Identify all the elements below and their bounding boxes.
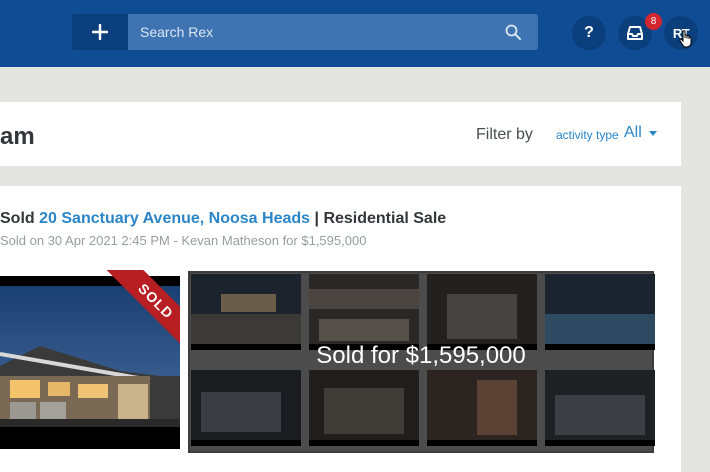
page-header-panel: am Filter by activity type All	[0, 102, 681, 166]
activity-details: Sold on 30 Apr 2021 2:45 PM - Kevan Math…	[0, 233, 367, 248]
search-input[interactable]: Search Rex	[140, 24, 505, 40]
headline-separator: |	[314, 210, 319, 227]
page-title: am	[0, 123, 35, 150]
gallery-image	[427, 370, 537, 446]
filter-activity-type-label[interactable]: activity type	[556, 128, 619, 142]
filter-activity-type-value[interactable]: All	[624, 124, 642, 142]
plus-icon	[92, 24, 108, 40]
gallery-image	[427, 274, 537, 350]
search-bar[interactable]: Search Rex	[128, 14, 538, 50]
activity-verb: Sold	[0, 210, 35, 227]
filter-label: Filter by	[476, 126, 533, 143]
gallery-image	[545, 274, 655, 350]
sold-ribbon: SOLD	[100, 270, 180, 350]
gallery-image	[545, 370, 655, 446]
notification-badge: 8	[645, 13, 662, 30]
gallery-thumbnail[interactable]	[191, 274, 301, 350]
hand-cursor-icon	[679, 30, 692, 48]
property-address-link[interactable]: 20 Sanctuary Avenue, Noosa Heads	[39, 210, 310, 227]
gallery-image	[309, 274, 419, 350]
caret-down-icon[interactable]	[649, 131, 657, 136]
gallery-thumbnail[interactable]	[427, 274, 537, 350]
sold-ribbon-label: SOLD	[104, 270, 180, 350]
gallery-image	[309, 370, 419, 446]
gallery-thumbnail[interactable]	[427, 370, 537, 446]
gallery-thumbnail[interactable]	[545, 274, 655, 350]
activity-headline: Sold 20 Sanctuary Avenue, Noosa Heads | …	[0, 210, 446, 228]
gallery-thumbnail[interactable]	[545, 370, 655, 446]
gallery-thumbnail[interactable]	[191, 370, 301, 446]
gallery-thumbnail[interactable]	[309, 370, 419, 446]
search-icon[interactable]	[505, 24, 521, 40]
gallery-image	[191, 370, 301, 446]
listing-type: Residential Sale	[323, 210, 447, 227]
help-button[interactable]: ?	[572, 16, 606, 50]
gallery-thumbnail[interactable]	[309, 274, 419, 350]
add-button[interactable]	[72, 14, 128, 50]
top-navigation-bar: Search Rex ? 8 RT	[0, 0, 710, 67]
inbox-icon	[627, 26, 643, 40]
sold-price-overlay: Sold for $1,595,000	[316, 342, 526, 369]
gallery-image	[191, 274, 301, 350]
